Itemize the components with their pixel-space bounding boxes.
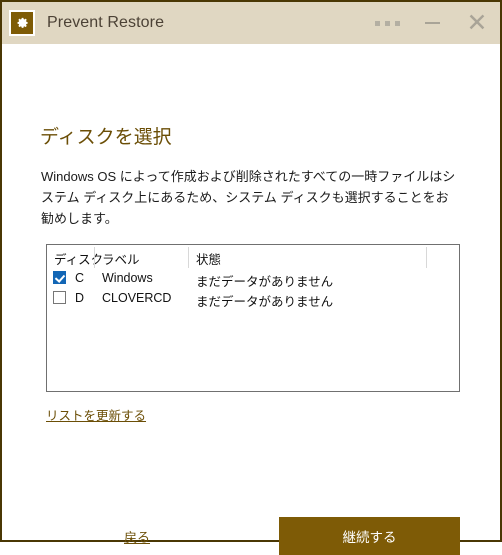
continue-button[interactable]: 継続する: [279, 517, 460, 555]
cell-state: まだデータがありません: [196, 275, 334, 289]
minimize-icon: [424, 22, 440, 24]
app-window: Prevent Restore ✕ ディスクを選択 Windows OS によっ…: [0, 0, 502, 555]
close-icon: ✕: [466, 8, 488, 37]
column-header-disk: ディスク: [54, 253, 104, 267]
column-divider: [426, 247, 427, 268]
row-checkbox[interactable]: [53, 291, 66, 307]
column-header-label: ラベル: [102, 253, 140, 267]
table-header-row: ディスク ラベル 状態: [47, 245, 459, 270]
page-title: ディスクを選択: [40, 127, 172, 148]
app-gear-icon: [9, 10, 35, 36]
description-text: Windows OS によって作成および削除されたすべての一時ファイルはシステム…: [41, 169, 456, 226]
cell-disk: D: [75, 291, 85, 305]
menu-ellipsis-button[interactable]: [364, 2, 410, 44]
back-link[interactable]: 戻る: [124, 527, 150, 546]
close-button[interactable]: ✕: [454, 2, 500, 44]
window-title: Prevent Restore: [47, 14, 165, 31]
refresh-list-link[interactable]: リストを更新する: [46, 405, 146, 424]
cell-disk: C: [75, 271, 85, 285]
table-row[interactable]: D CLOVERCD まだデータがありません: [47, 290, 459, 310]
row-checkbox[interactable]: [53, 271, 66, 287]
cell-label: Windows: [102, 271, 153, 285]
main-content: ディスクを選択 Windows OS によって作成および削除されたすべての一時フ…: [2, 44, 500, 555]
column-divider: [188, 247, 189, 268]
checkbox-checked-icon: [53, 271, 66, 284]
disk-table: ディスク ラベル 状態 C Windows まだデータがありません D CLOV…: [46, 244, 460, 392]
ellipsis-icon: [374, 20, 400, 26]
cell-state: まだデータがありません: [196, 295, 334, 309]
cell-label: CLOVERCD: [102, 291, 172, 305]
checkbox-unchecked-icon: [53, 291, 66, 304]
title-bar: Prevent Restore ✕: [2, 2, 500, 44]
table-row[interactable]: C Windows まだデータがありません: [47, 270, 459, 290]
column-divider: [94, 247, 95, 268]
window-controls: ✕: [364, 2, 500, 44]
minimize-button[interactable]: [410, 2, 454, 44]
column-header-state: 状態: [196, 253, 222, 267]
